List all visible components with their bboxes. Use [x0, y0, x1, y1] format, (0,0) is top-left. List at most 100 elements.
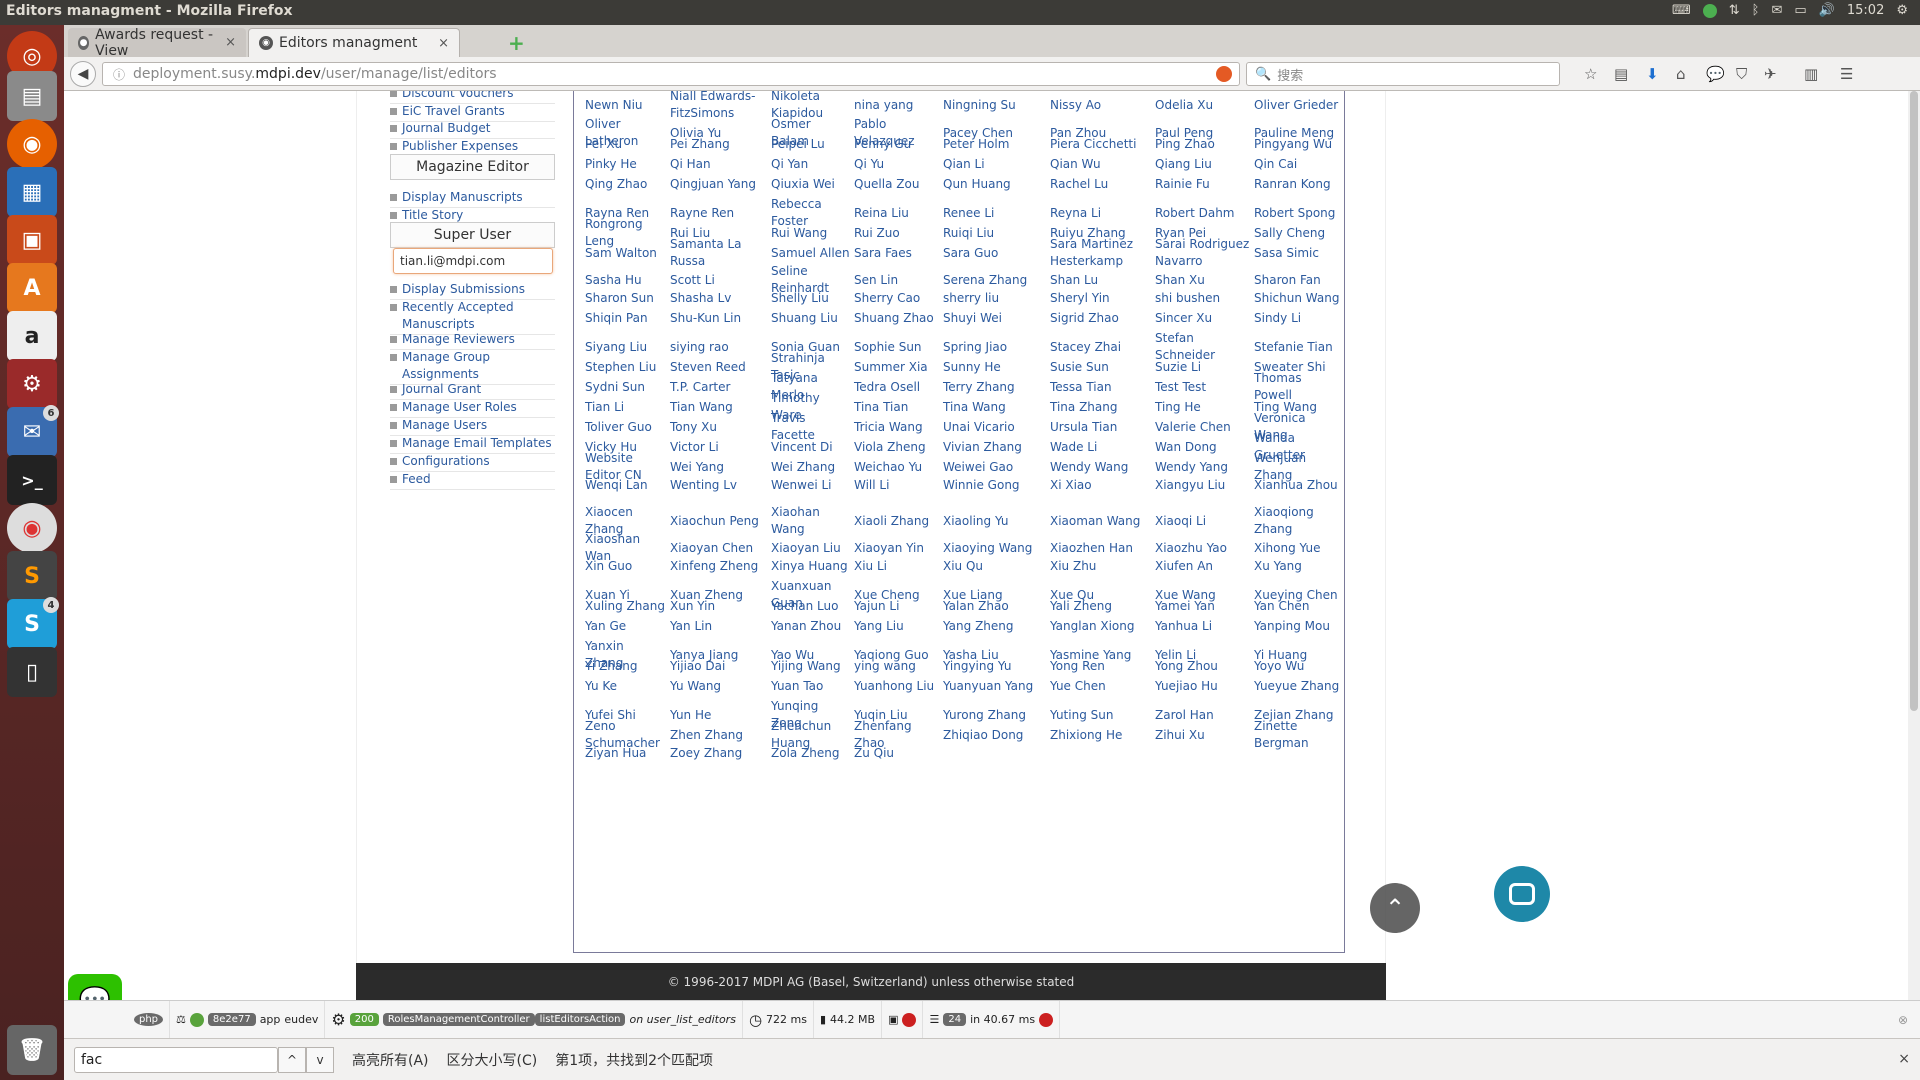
editor-name-link[interactable]: T.P. Carter: [670, 379, 766, 396]
sidebar-link[interactable]: Manage Users: [390, 417, 555, 434]
editor-name-link[interactable]: Stephen Liu: [585, 359, 665, 376]
support-chat-button[interactable]: [1494, 866, 1550, 922]
editor-name-link[interactable]: Yijiao Dai: [670, 658, 766, 675]
editor-name-link[interactable]: Shuyi Wei: [943, 310, 1047, 327]
editor-name-link[interactable]: Wei Yang: [670, 459, 766, 476]
editor-name-link[interactable]: Qiang Liu: [1155, 156, 1251, 173]
editor-name-link[interactable]: Shelly Liu: [771, 290, 851, 307]
editor-name-link[interactable]: Sindy Li: [1254, 310, 1342, 327]
editor-name-link[interactable]: Yu Ke: [585, 678, 665, 695]
config-panel[interactable]: ⚖ 8e2e77 app eudev: [170, 1000, 326, 1039]
editor-name-link[interactable]: Yang Liu: [854, 618, 940, 635]
skype-icon[interactable]: S4: [7, 597, 59, 649]
phone-icon[interactable]: ▯: [7, 647, 57, 697]
editor-name-link[interactable]: Xiu Qu: [943, 558, 1047, 575]
editor-name-link[interactable]: Xin Guo: [585, 558, 665, 575]
editor-name-link[interactable]: Sasa Simic: [1254, 245, 1342, 262]
editor-name-link[interactable]: Shichun Wang: [1254, 290, 1342, 307]
security-panel[interactable]: ▣: [882, 1000, 924, 1039]
editor-name-link[interactable]: Zarol Han: [1155, 707, 1251, 724]
timer-panel[interactable]: ◷ 722 ms: [743, 1000, 814, 1039]
editor-name-link[interactable]: Xiaoyan Chen: [670, 540, 766, 557]
memory-panel[interactable]: ▮ 44.2 MB: [814, 1000, 883, 1039]
editor-name-link[interactable]: Serena Zhang: [943, 272, 1047, 289]
editor-name-link[interactable]: Yanping Mou: [1254, 618, 1342, 635]
network-icon[interactable]: ⇅: [1729, 3, 1740, 18]
editor-name-link[interactable]: Sigrid Zhao: [1050, 310, 1150, 327]
editor-name-link[interactable]: Yi Zhang: [585, 658, 665, 675]
editor-name-link[interactable]: Yalan Zhao: [943, 598, 1047, 615]
editor-name-link[interactable]: Sydni Sun: [585, 379, 665, 396]
settings-icon[interactable]: ⚙: [7, 359, 57, 409]
editor-name-link[interactable]: Viola Zheng: [854, 439, 940, 456]
menu-icon[interactable]: ☰: [1840, 65, 1853, 83]
editor-name-link[interactable]: Xiaoling Yu: [943, 513, 1047, 530]
back-button[interactable]: ◀: [70, 61, 96, 87]
editor-name-link[interactable]: Yuejiao Hu: [1155, 678, 1251, 695]
editor-name-link[interactable]: Zoey Zhang: [670, 745, 766, 762]
request-panel[interactable]: ⚙ 200 RolesManagementController listEdit…: [325, 1000, 743, 1039]
editor-name-link[interactable]: Qian Wu: [1050, 156, 1150, 173]
editor-name-link[interactable]: Shuang Liu: [771, 310, 851, 327]
addon-block-icon[interactable]: [1216, 66, 1232, 82]
bluetooth-icon[interactable]: ᛒ: [1752, 3, 1760, 18]
editor-name-link[interactable]: Xiaoqi Li: [1155, 513, 1251, 530]
editor-name-link[interactable]: Sara Faes: [854, 245, 940, 262]
editor-name-link[interactable]: Tricia Wang: [854, 419, 940, 436]
editor-name-link[interactable]: Wan Dong: [1155, 439, 1251, 456]
tab-awards-request[interactable]: ● Awards request - View ×: [68, 27, 246, 59]
editor-name-link[interactable]: Xiaoman Wang: [1050, 513, 1150, 530]
editor-name-link[interactable]: Reyna Li: [1050, 205, 1150, 222]
editor-name-link[interactable]: Wenqi Lan: [585, 477, 665, 494]
editor-name-link[interactable]: Suzie Li: [1155, 359, 1251, 376]
editor-name-link[interactable]: Yanan Zhou: [771, 618, 851, 635]
chrome-icon[interactable]: ◉: [7, 503, 57, 553]
find-input[interactable]: [74, 1046, 278, 1073]
editor-name-link[interactable]: Peter Holm: [943, 136, 1047, 153]
editor-name-link[interactable]: Zola Zheng: [771, 745, 851, 762]
editor-name-link[interactable]: Yingying Yu: [943, 658, 1047, 675]
editor-name-link[interactable]: Pingyang Wu: [1254, 136, 1342, 153]
close-toolbar-icon[interactable]: ⊗: [1898, 1013, 1908, 1027]
editor-name-link[interactable]: Yang Zheng: [943, 618, 1047, 635]
editor-name-link[interactable]: Sasha Hu: [585, 272, 665, 289]
editor-name-link[interactable]: Shan Xu: [1155, 272, 1251, 289]
editor-name-link[interactable]: Shan Lu: [1050, 272, 1150, 289]
user-email-input[interactable]: [393, 248, 553, 274]
editor-name-link[interactable]: Xiaochun Peng: [670, 513, 766, 530]
editor-name-link[interactable]: Xiaoying Wang: [943, 540, 1047, 557]
home-icon[interactable]: ⌂: [1676, 65, 1686, 83]
editor-name-link[interactable]: Reina Liu: [854, 205, 940, 222]
editor-name-link[interactable]: Xun Yin: [670, 598, 766, 615]
editor-name-link[interactable]: Odelia Xu: [1155, 97, 1251, 114]
editor-name-link[interactable]: Sharon Sun: [585, 290, 665, 307]
editor-name-link[interactable]: Yajun Li: [854, 598, 940, 615]
editor-name-link[interactable]: Shu-Kun Lin: [670, 310, 766, 327]
editor-name-link[interactable]: Xinya Huang: [771, 558, 851, 575]
editor-name-link[interactable]: ying wang: [854, 658, 940, 675]
editor-name-link[interactable]: Xiaoli Zhang: [854, 513, 940, 530]
volume-icon[interactable]: 🔊: [1819, 3, 1835, 18]
editor-name-link[interactable]: Shuang Zhao: [854, 310, 940, 327]
sidebar-link[interactable]: Display Manuscripts: [390, 189, 555, 206]
editor-name-link[interactable]: Ping Zhao: [1155, 136, 1251, 153]
battery-icon[interactable]: ▭: [1794, 3, 1806, 18]
editor-name-link[interactable]: Yong Zhou: [1155, 658, 1251, 675]
sidebar-link[interactable]: Configurations: [390, 453, 555, 470]
find-previous-button[interactable]: ^: [278, 1046, 306, 1073]
sidebar-link[interactable]: Publisher Expenses: [390, 138, 555, 155]
editor-name-link[interactable]: Oliver Grieder: [1254, 97, 1342, 114]
editor-name-link[interactable]: Stacey Zhai: [1050, 339, 1150, 356]
editor-name-link[interactable]: Yuanhong Liu: [854, 678, 940, 695]
editor-name-link[interactable]: Piera Cicchetti: [1050, 136, 1150, 153]
editor-name-link[interactable]: Penny Gu: [854, 136, 940, 153]
new-tab-button[interactable]: +: [508, 31, 525, 55]
editor-name-link[interactable]: Zhen Zhang: [670, 727, 766, 744]
editor-name-link[interactable]: Tessa Tian: [1050, 379, 1150, 396]
editor-name-link[interactable]: Xianhua Zhou: [1254, 477, 1342, 494]
php-info[interactable]: php: [64, 1000, 171, 1039]
software-center-icon[interactable]: A: [7, 263, 57, 313]
editor-name-link[interactable]: Terry Zhang: [943, 379, 1047, 396]
close-find-bar-icon[interactable]: ×: [1898, 1051, 1910, 1067]
editor-name-link[interactable]: Sophie Sun: [854, 339, 940, 356]
